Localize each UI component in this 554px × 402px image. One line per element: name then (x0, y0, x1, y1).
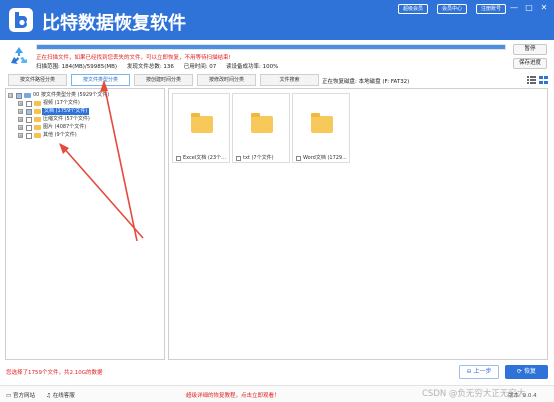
file-checkbox[interactable] (176, 156, 181, 161)
scan-stats: 扫描范围: 184(MB)/59985(MB) 发现文件总数: 136 已用时间… (36, 62, 286, 70)
maximize-icon[interactable]: □ (522, 2, 536, 14)
tree-checkbox[interactable] (26, 132, 32, 139)
website-label: 官方网站 (12, 393, 35, 399)
support-link[interactable]: ♫ 在线客服 (46, 391, 75, 399)
tab-by-type[interactable]: 按文件类型分类 (71, 74, 130, 86)
prev-label: 上一步 (473, 368, 492, 375)
collapse-icon[interactable]: ⊟ (8, 93, 13, 98)
list-view-icon[interactable] (527, 76, 536, 84)
tutorial-promo-link[interactable]: 超级详细的恢复教程，点击立即观看！ (186, 391, 280, 399)
category-tree-panel: ⊟ 00 按文件类型分类 (5929个文件) ⊞ 视频 (17个文件) ⊞ 文档… (5, 88, 165, 360)
folder-icon (34, 133, 41, 138)
recover-button[interactable]: ⟳ 恢复 (505, 365, 548, 379)
restore-icon: ⟳ (517, 368, 524, 375)
folder-icon (311, 113, 333, 133)
tree-label: 压缩文件 (57个文件) (43, 116, 90, 122)
tab-by-modified[interactable]: 按修改时间分类 (197, 74, 256, 86)
folder-icon (34, 125, 41, 130)
save-progress-button[interactable]: 保存进度 (513, 58, 547, 69)
tree-checkbox[interactable] (26, 108, 32, 115)
pause-button[interactable]: 暂停 (513, 44, 547, 55)
scan-progress-bar (36, 44, 506, 50)
scan-elapsed: 已用时间: 07 (183, 64, 217, 70)
recover-label: 恢复 (523, 368, 536, 375)
expand-icon[interactable]: ⊞ (18, 109, 23, 114)
tab-by-path[interactable]: 按文件路径分类 (8, 74, 67, 86)
close-icon[interactable]: ✕ (537, 2, 551, 14)
recycle-icon (8, 45, 30, 69)
tree-label: 视频 (17个文件) (43, 100, 80, 106)
expand-icon[interactable]: ⊞ (18, 101, 23, 106)
grid-view-icon[interactable] (539, 76, 548, 84)
headset-icon: ♫ (46, 393, 53, 399)
register-button[interactable]: 注册账号 (476, 4, 507, 14)
prev-step-button[interactable]: ⊖ 上一步 (459, 365, 499, 379)
tree-label: 其他 (9个文件) (43, 132, 77, 138)
scan-message: 正在扫描文件，如果已经找到您丢失的文件，可以立即恢复，不用等待扫描结束! (36, 55, 231, 61)
tree-checkbox[interactable] (26, 116, 32, 123)
scan-range: 扫描范围: 184(MB)/59985(MB) (36, 64, 118, 70)
tree-row-root[interactable]: ⊟ 00 按文件类型分类 (5929个文件) (8, 92, 163, 99)
member-center-button[interactable]: 会员中心 (437, 4, 468, 14)
tab-by-created[interactable]: 按创建时间分类 (134, 74, 193, 86)
title-bar: 比特数据恢复软件 超级会员 会员中心 注册账号 — □ ✕ (0, 0, 554, 40)
tree-row-archives[interactable]: ⊞ 压缩文件 (57个文件) (18, 116, 163, 123)
expand-icon[interactable]: ⊞ (18, 125, 23, 130)
tree-checkbox[interactable] (26, 124, 32, 131)
support-label: 在线客服 (52, 393, 75, 399)
folder-icon (34, 117, 41, 122)
file-card-txt[interactable]: txt (7个文件) (232, 93, 290, 163)
monitor-icon: ▭ (6, 393, 13, 399)
file-card-excel[interactable]: Excel文档 (23个... (172, 93, 230, 163)
selection-status: 您选择了1759个文件，共2.10G的数据 (6, 370, 103, 376)
file-label: txt (7个文件) (243, 155, 274, 161)
file-label: Excel文档 (23个... (183, 155, 226, 161)
watermark: CSDN @负无穷大正无穷大 (422, 389, 526, 399)
scan-progress-fill (37, 45, 505, 49)
file-card-word[interactable]: Word文档 (1729... (292, 93, 350, 163)
app-title: 比特数据恢复软件 (42, 13, 186, 34)
file-checkbox[interactable] (296, 156, 301, 161)
folder-icon (191, 113, 213, 133)
minimize-icon[interactable]: — (507, 2, 521, 14)
tree-row-other[interactable]: ⊞ 其他 (9个文件) (18, 132, 163, 139)
folder-icon (24, 93, 31, 98)
folder-icon (251, 113, 273, 133)
scan-found-count: 发现文件总数: 136 (126, 64, 174, 70)
tree-label: 图片 (4087个文件) (43, 124, 87, 130)
scan-integrity: 读设备成功率: 100% (226, 64, 279, 70)
current-disk-label: 正在恢复磁盘: 本地磁盘 (F: FAT32) (322, 79, 410, 85)
expand-icon[interactable]: ⊞ (18, 117, 23, 122)
expand-icon[interactable]: ⊞ (18, 133, 23, 138)
website-link[interactable]: ▭ 官方网站 (6, 391, 35, 399)
tree-row-video[interactable]: ⊞ 视频 (17个文件) (18, 100, 163, 107)
tree-label: 文档 (1759个文件) (42, 108, 90, 115)
super-vip-button[interactable]: 超级会员 (398, 4, 429, 14)
tree-row-documents[interactable]: ⊞ 文档 (1759个文件) (18, 108, 163, 115)
file-checkbox[interactable] (236, 156, 241, 161)
tree-checkbox[interactable] (26, 100, 32, 107)
file-grid-panel: Excel文档 (23个... txt (7个文件) Word文档 (1729.… (168, 88, 548, 360)
app-logo-icon (9, 8, 33, 32)
tree-row-images[interactable]: ⊞ 图片 (4087个文件) (18, 124, 163, 131)
folder-icon (34, 101, 41, 106)
tree-checkbox[interactable] (16, 92, 22, 99)
tab-file-search[interactable]: 文件搜索 (260, 74, 319, 86)
file-label: Word文档 (1729... (303, 155, 347, 161)
folder-icon (34, 109, 41, 114)
tree-label: 00 按文件类型分类 (5929个文件) (33, 92, 110, 98)
